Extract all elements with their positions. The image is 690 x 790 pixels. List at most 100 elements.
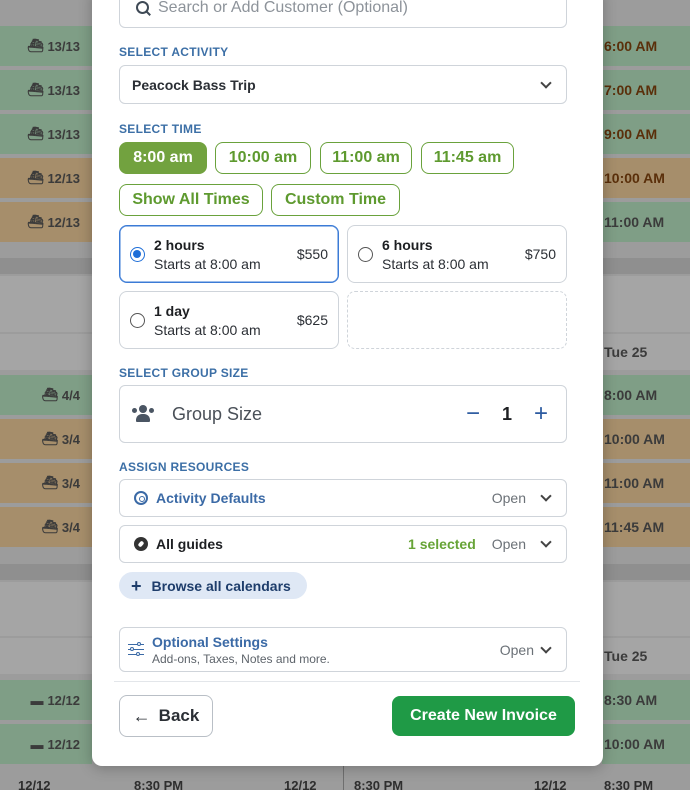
calendar-slot: ⛴ 13/13	[0, 114, 92, 154]
activity-defaults-row[interactable]: Activity Defaults Open	[119, 479, 567, 517]
chevron-down-icon[interactable]	[540, 490, 552, 502]
calendar-day-header: Tue 25	[602, 638, 690, 674]
calendar-right-column: 6:00 AM 7:00 AM 9:00 AM 10:00 AM 11:00 A…	[602, 0, 690, 790]
time-pill-800[interactable]: 8:00 am	[119, 142, 207, 174]
duration-option-6-hours[interactable]: 6 hours Starts at 8:00 am $750	[347, 225, 567, 283]
option-title: 1 day	[154, 302, 190, 319]
increment-button[interactable]: +	[534, 400, 548, 428]
group-size-value: 1	[501, 403, 512, 424]
empty-option-slot	[347, 291, 567, 349]
customer-search-input[interactable]: Search or Add Customer (Optional)	[158, 0, 408, 17]
boat-icon: ⛴	[26, 38, 44, 53]
duration-option-1-day[interactable]: 1 day Starts at 8:00 am $625	[119, 291, 339, 349]
chevron-down-icon[interactable]	[540, 536, 552, 548]
calendar-time: 10:00 AM	[602, 158, 690, 198]
open-label: Open	[491, 490, 526, 506]
show-all-times-button[interactable]: Show All Times	[119, 184, 263, 216]
activity-select[interactable]: Peacock Bass Trip	[119, 65, 567, 104]
calendar-separator	[0, 564, 92, 580]
open-label: Open	[491, 536, 526, 552]
browse-all-calendars-button[interactable]: + Browse all calendars	[119, 572, 307, 599]
calendar-blank	[0, 334, 92, 370]
calendar-blank	[602, 276, 690, 332]
calendar-slot: ⛴ 3/4	[0, 463, 92, 503]
boat-icon: ⛴	[26, 170, 44, 185]
calendar-time: 7:00 AM	[602, 70, 690, 110]
bus-icon: ▬	[30, 692, 44, 708]
select-group-size-label: SELECT GROUP SIZE	[119, 366, 249, 380]
decrement-button[interactable]: −	[466, 400, 480, 428]
custom-time-button[interactable]: Custom Time	[271, 184, 400, 216]
calendar-slot: ⛴ 12/13	[0, 158, 92, 198]
calendar-time: 6:00 AM	[602, 26, 690, 66]
calendar-time: 8:30 AM	[602, 680, 690, 720]
arrow-left-icon: ←	[132, 706, 151, 726]
create-invoice-button[interactable]: Create New Invoice	[392, 696, 575, 736]
select-time-label: SELECT TIME	[119, 122, 202, 136]
chevron-down-icon	[540, 76, 552, 89]
boat-icon: ⛴	[41, 519, 58, 534]
calendar-blank	[0, 276, 92, 332]
calendar-day-header: Tue 25	[602, 334, 690, 370]
calendar-slot: ▬ 12/12	[0, 680, 92, 720]
calendar-slot: ⛴ 3/4	[0, 419, 92, 459]
calendar-blank	[0, 582, 92, 636]
option-start: Starts at 8:00 am	[154, 255, 261, 272]
time-pill-1000[interactable]: 10:00 am	[215, 142, 311, 174]
option-price: $750	[524, 246, 556, 262]
calendar-slot: ⛴ 4/4	[0, 375, 92, 415]
calendar-separator	[0, 258, 92, 274]
calendar-slot: ⛴ 12/13	[0, 202, 92, 242]
boat-icon: ⛴	[41, 431, 58, 446]
boat-icon: ⛴	[26, 82, 44, 97]
radio-button[interactable]	[130, 246, 145, 262]
radio-button[interactable]	[130, 312, 145, 328]
calendar-divider	[343, 764, 344, 790]
option-start: Starts at 8:00 am	[154, 321, 261, 338]
chevron-down-icon[interactable]	[540, 641, 552, 654]
time-pill-1145[interactable]: 11:45 am	[421, 142, 514, 174]
option-title: 6 hours	[382, 236, 433, 253]
calendar-time: 8:00 AM	[602, 375, 690, 415]
target-icon	[134, 491, 148, 505]
bus-icon: ▬	[30, 736, 44, 752]
calendar-time: 10:00 AM	[602, 419, 690, 459]
group-size-label: Group Size	[172, 403, 263, 424]
guides-selected-count: 1 selected	[408, 536, 476, 552]
activity-defaults-label: Activity Defaults	[156, 490, 266, 506]
optional-settings-subtitle: Add-ons, Taxes, Notes and more.	[152, 651, 330, 666]
optional-settings-row[interactable]: Optional Settings Add-ons, Taxes, Notes …	[119, 627, 567, 672]
option-price: $625	[296, 312, 328, 328]
calendar-separator	[602, 564, 690, 580]
calendar-slot: ▬ 12/12	[0, 724, 92, 764]
calendar-bottom-strip: 12/12 8:30 PM 12/12 8:30 PM 12/12 8:30 P…	[18, 778, 654, 790]
option-price: $550	[296, 246, 328, 262]
radio-button[interactable]	[358, 246, 373, 262]
all-guides-row[interactable]: All guides 1 selected Open	[119, 525, 567, 563]
search-icon	[136, 1, 150, 15]
sliders-icon	[128, 641, 144, 657]
back-label: Back	[158, 706, 200, 725]
duration-option-2-hours[interactable]: 2 hours Starts at 8:00 am $550	[119, 225, 339, 283]
boat-icon: ⛴	[41, 475, 58, 490]
footer-divider	[114, 681, 580, 682]
boat-icon: ⛴	[26, 214, 44, 229]
calendar-slot: ⛴ 13/13	[0, 26, 92, 66]
group-size-stepper: − 1 +	[466, 400, 548, 428]
people-icon	[132, 405, 154, 423]
boat-icon: ⛴	[41, 387, 58, 402]
plus-icon: +	[131, 575, 142, 596]
compass-icon	[134, 537, 148, 551]
activity-select-value: Peacock Bass Trip	[132, 76, 256, 93]
booking-modal: Search or Add Customer (Optional) SELECT…	[92, 0, 603, 766]
option-title: 2 hours	[154, 236, 205, 253]
boat-icon: ⛴	[26, 126, 44, 141]
calendar-time: 10:00 AM	[602, 724, 690, 764]
all-guides-label: All guides	[156, 536, 223, 552]
customer-search-field[interactable]: Search or Add Customer (Optional)	[119, 0, 567, 28]
group-size-field: Group Size − 1 +	[119, 385, 567, 443]
optional-settings-title: Optional Settings	[152, 633, 268, 650]
browse-label: Browse all calendars	[151, 577, 291, 594]
time-pill-1100[interactable]: 11:00 am	[320, 142, 412, 174]
back-button[interactable]: ← Back	[119, 695, 213, 737]
